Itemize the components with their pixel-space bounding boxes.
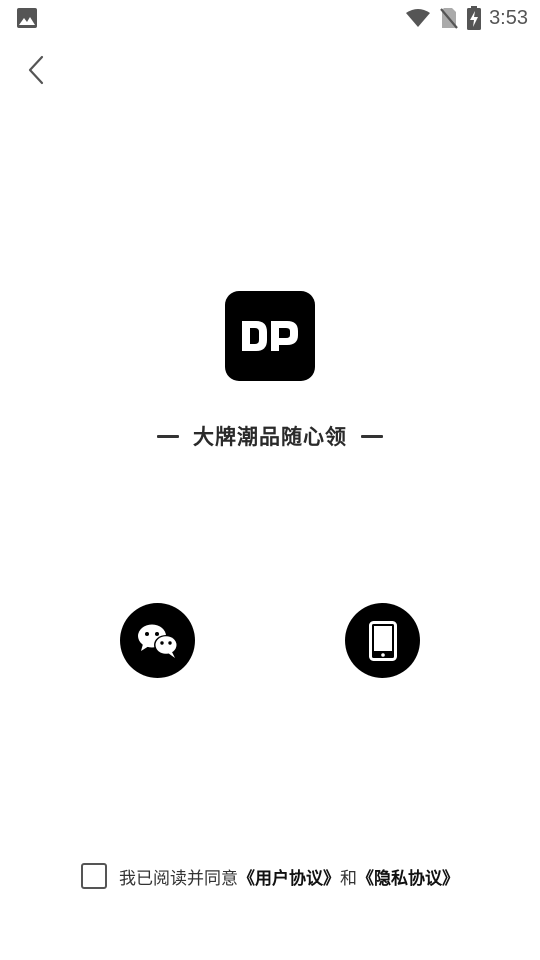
agreement-text: 我已阅读并同意《用户协议》和《隐私协议》 bbox=[119, 864, 459, 889]
status-icons: 3:53 bbox=[405, 0, 528, 36]
photo-icon bbox=[17, 8, 37, 28]
wifi-icon bbox=[406, 9, 431, 27]
phone-icon bbox=[368, 620, 397, 661]
dp-logo-icon bbox=[242, 321, 298, 351]
phone-login-button[interactable] bbox=[345, 603, 420, 678]
agreement-checkbox[interactable] bbox=[81, 863, 107, 889]
slogan-dash-right bbox=[361, 434, 383, 438]
agreement-prefix: 我已阅读并同意 bbox=[119, 868, 238, 889]
agreement-row: 我已阅读并同意《用户协议》和《隐私协议》 bbox=[0, 860, 540, 892]
status-time: 3:53 bbox=[489, 7, 528, 29]
wechat-icon bbox=[137, 624, 178, 658]
app-logo bbox=[225, 291, 315, 381]
back-button[interactable] bbox=[18, 50, 54, 90]
chevron-left-icon bbox=[28, 55, 44, 85]
agreement-conjunction: 和 bbox=[340, 868, 357, 889]
battery-charging-icon bbox=[467, 6, 482, 30]
slogan: 大牌潮品随心领 bbox=[0, 420, 540, 452]
slogan-text: 大牌潮品随心领 bbox=[193, 425, 347, 449]
slogan-dash-left bbox=[157, 434, 179, 438]
status-bar: 3:53 bbox=[0, 0, 540, 36]
no-sim-icon bbox=[440, 8, 458, 29]
wechat-login-button[interactable] bbox=[120, 603, 195, 678]
user-agreement-link[interactable]: 《用户协议》 bbox=[238, 869, 340, 889]
privacy-policy-link[interactable]: 《隐私协议》 bbox=[357, 869, 459, 889]
